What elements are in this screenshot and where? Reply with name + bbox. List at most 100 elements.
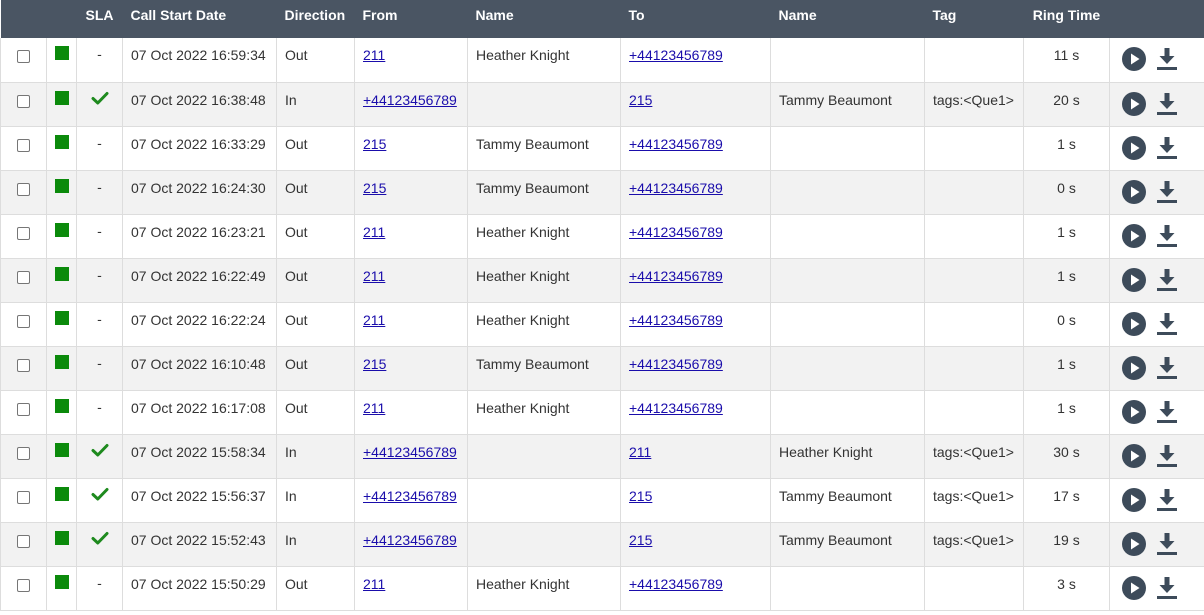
download-icon[interactable]	[1156, 356, 1178, 383]
play-icon[interactable]	[1122, 267, 1146, 295]
play-icon[interactable]	[1122, 355, 1146, 383]
to-link[interactable]: 215	[629, 92, 652, 108]
table-row: 07 Oct 2022 15:56:37 In +44123456789 215…	[0, 478, 1204, 523]
play-icon[interactable]	[1122, 91, 1146, 119]
select-cell	[0, 258, 47, 303]
to-cell: 215	[620, 478, 771, 523]
from-link[interactable]: +44123456789	[363, 488, 457, 504]
play-icon[interactable]	[1122, 575, 1146, 603]
ring-time: 30 s	[1023, 434, 1110, 479]
play-icon[interactable]	[1122, 399, 1146, 427]
row-checkbox[interactable]	[17, 490, 30, 504]
header-call-start-date[interactable]: Call Start Date	[122, 0, 277, 38]
from-link[interactable]: +44123456789	[363, 532, 457, 548]
from-cell: 215	[354, 126, 468, 171]
to-link[interactable]: 215	[629, 532, 652, 548]
from-link[interactable]: 211	[363, 400, 385, 416]
row-checkbox[interactable]	[17, 138, 30, 152]
row-checkbox[interactable]	[17, 270, 30, 284]
ring-time: 20 s	[1023, 82, 1110, 127]
download-icon[interactable]	[1156, 312, 1178, 339]
header-sla[interactable]: SLA	[76, 0, 123, 38]
to-link[interactable]: +44123456789	[629, 400, 723, 416]
download-icon[interactable]	[1156, 576, 1178, 603]
from-link[interactable]: +44123456789	[363, 444, 457, 460]
direction: Out	[276, 214, 355, 259]
row-checkbox[interactable]	[17, 446, 30, 460]
tag	[924, 258, 1024, 303]
to-link[interactable]: +44123456789	[629, 180, 723, 196]
table-row: - 07 Oct 2022 16:23:21 Out 211 Heather K…	[0, 214, 1204, 259]
direction: Out	[276, 566, 355, 611]
to-name	[770, 390, 925, 435]
direction: Out	[276, 258, 355, 303]
play-icon[interactable]	[1122, 223, 1146, 251]
status-indicator	[54, 530, 69, 545]
from-link[interactable]: 215	[363, 180, 386, 196]
download-icon[interactable]	[1156, 268, 1178, 295]
download-icon[interactable]	[1156, 92, 1178, 119]
download-icon[interactable]	[1156, 532, 1178, 559]
from-link[interactable]: 211	[363, 47, 385, 63]
play-icon[interactable]	[1122, 135, 1146, 163]
header-tag[interactable]: Tag	[924, 0, 1024, 38]
play-icon[interactable]	[1122, 487, 1146, 515]
to-link[interactable]: +44123456789	[629, 224, 723, 240]
download-icon[interactable]	[1156, 224, 1178, 251]
status-indicator	[54, 222, 69, 237]
download-icon[interactable]	[1156, 180, 1178, 207]
sla-met-check-icon	[91, 531, 109, 548]
play-icon[interactable]	[1122, 47, 1146, 74]
play-icon[interactable]	[1122, 443, 1146, 471]
from-link[interactable]: 211	[363, 224, 385, 240]
download-icon[interactable]	[1156, 136, 1178, 163]
play-icon[interactable]	[1122, 531, 1146, 559]
row-checkbox[interactable]	[17, 50, 30, 63]
download-icon[interactable]	[1156, 488, 1178, 515]
to-link[interactable]: 211	[629, 444, 651, 460]
select-cell	[0, 82, 47, 127]
row-checkbox[interactable]	[17, 182, 30, 196]
header-from-name[interactable]: Name	[467, 0, 621, 38]
play-icon[interactable]	[1122, 311, 1146, 339]
row-checkbox[interactable]	[17, 534, 30, 548]
row-checkbox[interactable]	[17, 578, 30, 592]
from-link[interactable]: 211	[363, 312, 385, 328]
status-indicator	[54, 46, 69, 60]
from-link[interactable]: 211	[363, 268, 385, 284]
row-checkbox[interactable]	[17, 358, 30, 372]
to-name	[770, 170, 925, 215]
to-link[interactable]: +44123456789	[629, 47, 723, 63]
from-link[interactable]: +44123456789	[363, 92, 457, 108]
download-icon[interactable]	[1156, 400, 1178, 427]
play-icon[interactable]	[1122, 179, 1146, 207]
download-icon[interactable]	[1156, 47, 1178, 74]
header-direction[interactable]: Direction	[276, 0, 355, 38]
header-to-name[interactable]: Name	[770, 0, 925, 38]
row-checkbox[interactable]	[17, 94, 30, 108]
from-name: Heather Knight	[467, 258, 621, 303]
to-link[interactable]: +44123456789	[629, 312, 723, 328]
table-row: 07 Oct 2022 15:52:43 In +44123456789 215…	[0, 522, 1204, 567]
row-checkbox[interactable]	[17, 226, 30, 240]
to-link[interactable]: +44123456789	[629, 136, 723, 152]
row-checkbox[interactable]	[17, 402, 30, 416]
to-name: Tammy Beaumont	[770, 522, 925, 567]
from-link[interactable]: 215	[363, 356, 386, 372]
to-link[interactable]: +44123456789	[629, 576, 723, 592]
ring-time: 11 s	[1023, 38, 1110, 83]
download-icon[interactable]	[1156, 444, 1178, 471]
from-link[interactable]: 215	[363, 136, 386, 152]
actions-cell	[1109, 126, 1204, 171]
row-checkbox[interactable]	[17, 314, 30, 328]
to-link[interactable]: +44123456789	[629, 268, 723, 284]
header-ring-time[interactable]: Ring Time	[1023, 0, 1110, 38]
header-to[interactable]: To	[620, 0, 771, 38]
to-link[interactable]: +44123456789	[629, 356, 723, 372]
from-link[interactable]: 211	[363, 576, 385, 592]
table-row: - 07 Oct 2022 16:22:49 Out 211 Heather K…	[0, 258, 1204, 303]
direction: Out	[276, 390, 355, 435]
to-link[interactable]: 215	[629, 488, 652, 504]
status-cell	[46, 214, 77, 259]
header-from[interactable]: From	[354, 0, 468, 38]
